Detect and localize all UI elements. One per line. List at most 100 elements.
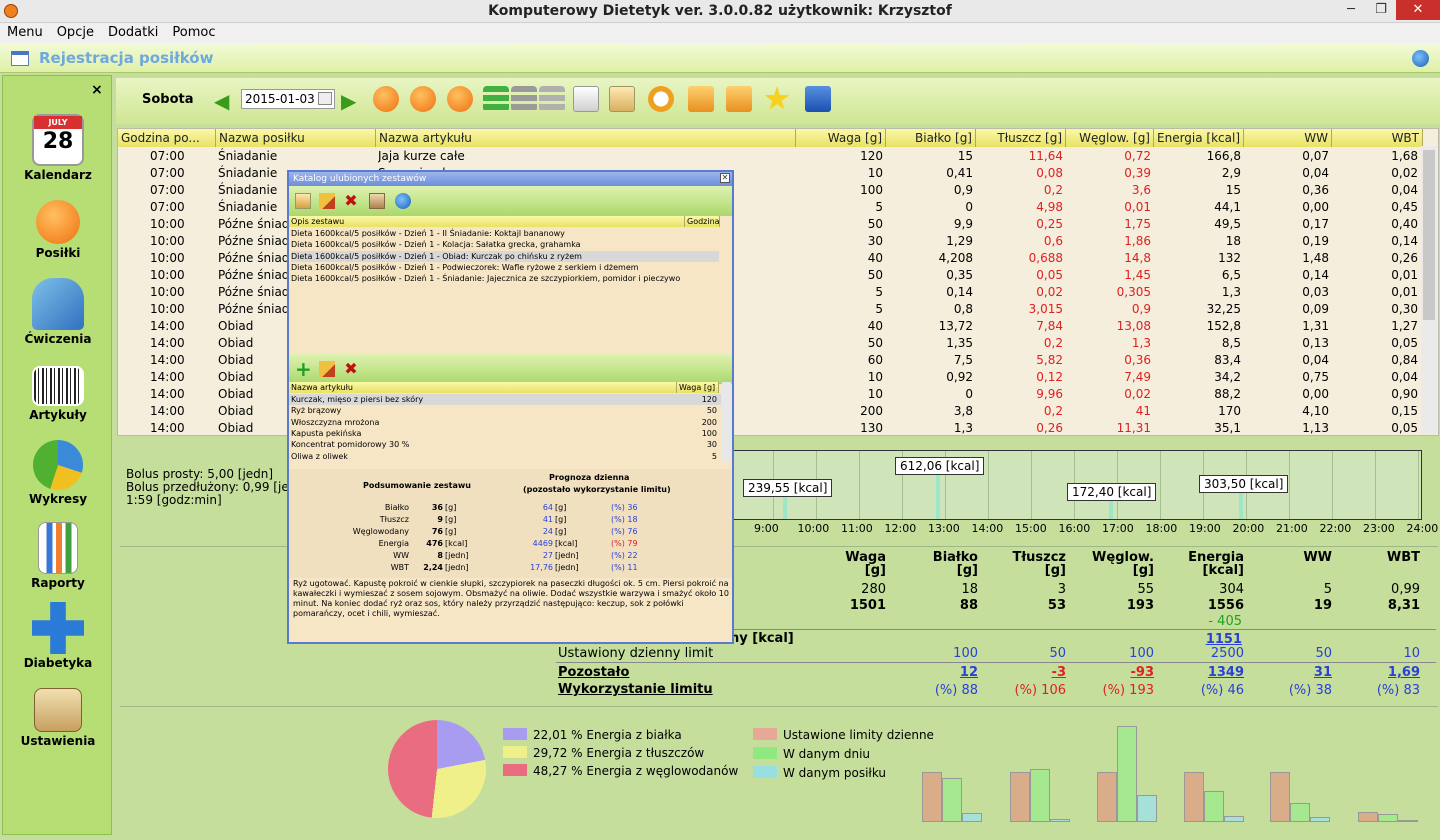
calendar-day: 28	[42, 129, 74, 154]
list-gray-icon[interactable]	[511, 86, 537, 112]
energy-value[interactable]: 1151	[1150, 632, 1242, 647]
delete-meal-icon[interactable]	[447, 86, 473, 112]
item-list-row[interactable]: Kurczak, mięso z piersi bez skóry 120	[289, 394, 721, 405]
set-list-item[interactable]: Dieta 1600kcal/5 posiłków - Dzień 1 - Ob…	[291, 250, 719, 262]
dialog-close-button[interactable]: ✕	[720, 173, 730, 183]
table-row[interactable]: 07:00 Śniadanie Jaja kurze całe 120 15 11,64 0…	[118, 148, 1423, 165]
item-list-row[interactable]: Kapusta pekińska 100	[289, 428, 721, 439]
menu-item-menu[interactable]: Menu	[0, 23, 50, 42]
add-icon[interactable]: +	[295, 359, 312, 379]
item-list-row[interactable]: Koncentrat pomidorowy 30 % 30	[289, 439, 721, 450]
previous-day-arrow-icon[interactable]: ◀	[214, 89, 229, 113]
item-list-row[interactable]: Ryż brązowy 50	[289, 405, 721, 416]
restore-button[interactable]: ❐	[1366, 0, 1396, 20]
day-bar	[1030, 769, 1050, 822]
item-weight: 120	[701, 395, 717, 404]
pencil-icon[interactable]	[319, 361, 335, 377]
dialog-toolbar: ✖	[289, 186, 732, 216]
sidebar-close-button[interactable]: ×	[91, 82, 103, 98]
close-window-button[interactable]: ✕	[1396, 0, 1440, 20]
sidebar-item-wykresy[interactable]: Wykresy	[3, 440, 113, 506]
remaining-value[interactable]: 1349	[1172, 665, 1244, 680]
folder-open-icon[interactable]	[688, 86, 714, 112]
nutrient-name: WBT	[390, 563, 409, 572]
limit-bar	[922, 772, 942, 822]
sidebar-item-diabetyka[interactable]: Diabetyka	[3, 602, 113, 670]
col-header-energy[interactable]: Energia [kcal]	[1154, 129, 1244, 147]
remaining-value[interactable]: 1,69	[1348, 665, 1420, 680]
menu-item-opcje[interactable]: Opcje	[50, 23, 101, 42]
col-header-hour[interactable]: Godzina po...	[118, 129, 216, 147]
item-list-row[interactable]: Oliwa z oliwek 5	[289, 451, 721, 462]
paste-icon[interactable]	[609, 86, 635, 112]
nutrient-name: Węglowodany	[352, 527, 409, 536]
sidebar-item-ustawienia[interactable]: Ustawienia	[3, 684, 113, 748]
sidebar-item-kalendarz[interactable]: JULY 28 Kalendarz	[3, 114, 113, 182]
col-header-meal[interactable]: Nazwa posiłku	[216, 129, 376, 147]
set-summary: Podsumowanie zestawu Prognoza dzienna (p…	[289, 469, 732, 578]
calendar-dropdown-icon[interactable]	[318, 92, 332, 105]
menu-item-dodatki[interactable]: Dodatki	[101, 23, 165, 42]
items-scrollbar[interactable]	[722, 382, 731, 462]
list-gray-light-icon[interactable]	[539, 86, 565, 112]
set-list-item[interactable]: Dieta 1600kcal/5 posiłków - Dzień 1 - Ko…	[291, 239, 719, 250]
col-header-ww[interactable]: WW	[1244, 129, 1332, 147]
delete-icon[interactable]: ✖	[343, 361, 359, 377]
edit-meal-icon[interactable]	[410, 86, 436, 112]
col-header-set-description[interactable]: Opis zestawu	[289, 216, 685, 227]
monitor-icon[interactable]	[805, 86, 831, 112]
remaining-value[interactable]: -93	[1082, 665, 1155, 680]
remaining-value[interactable]: 12	[906, 665, 978, 680]
date-picker[interactable]: 2015-01-03	[241, 89, 335, 109]
scrollbar-thumb[interactable]	[1423, 150, 1435, 320]
sidebar-item-cwiczenia[interactable]: Ćwiczenia	[3, 278, 113, 346]
book-icon[interactable]	[369, 193, 385, 209]
col-header-fat[interactable]: Tłuszcz [g]	[976, 129, 1066, 147]
set-list-item[interactable]: Dieta 1600kcal/5 posiłków - Dzień 1 - Śn…	[291, 273, 719, 284]
summary-header-unit: [g]	[1132, 563, 1154, 578]
sidebar-item-raporty[interactable]: Raporty	[3, 522, 113, 590]
set-list-item[interactable]: Dieta 1600kcal/5 posiłków - Dzień 1 - Po…	[291, 262, 719, 273]
add-meal-icon[interactable]	[373, 86, 399, 112]
col-header-weight[interactable]: Waga [g]	[796, 129, 886, 147]
folder-star-icon[interactable]	[726, 86, 752, 112]
clock-icon[interactable]	[648, 86, 674, 112]
table-cell: 15	[1225, 183, 1241, 197]
set-list-item[interactable]: Dieta 1600kcal/5 posiłków - Dzień 1 - II…	[291, 228, 719, 239]
menu-item-pomoc[interactable]: Pomoc	[165, 23, 222, 42]
nutrient-remaining: 24	[542, 527, 553, 536]
remaining-value[interactable]: 31	[1260, 665, 1332, 680]
list-green-icon[interactable]	[483, 86, 509, 112]
table-cell: 30	[867, 234, 883, 248]
globe-icon[interactable]	[1412, 50, 1429, 67]
pencil-icon[interactable]	[319, 193, 335, 209]
remaining-value[interactable]: -3	[994, 665, 1066, 680]
nutrient-set-value: 476	[426, 539, 443, 548]
table-cell: 34,2	[1214, 370, 1241, 384]
table-cell: 7,49	[1124, 370, 1151, 384]
nutrient-name: Tłuszcz	[379, 515, 409, 524]
nutrient-name: WW	[393, 551, 409, 560]
col-header-item-weight[interactable]: Waga [g]	[677, 382, 719, 393]
sidebar-item-posilki[interactable]: Posiłki	[3, 196, 113, 260]
col-header-carbs[interactable]: Węglow. [g]	[1066, 129, 1154, 147]
col-header-article[interactable]: Nazwa artykułu	[376, 129, 796, 147]
col-header-wbt[interactable]: WBT	[1332, 129, 1423, 147]
usage-value: (%) 106	[1014, 683, 1066, 698]
limit-bar	[1270, 772, 1290, 822]
next-day-arrow-icon[interactable]: ▶	[341, 89, 356, 113]
sidebar-item-artykuly[interactable]: Artykuły	[3, 360, 113, 422]
table-cell: 50	[867, 268, 883, 282]
col-header-item-name[interactable]: Nazwa artykułu	[289, 382, 677, 393]
paste-icon[interactable]	[295, 193, 311, 209]
copy-icon[interactable]	[573, 86, 599, 112]
grid-scrollbar[interactable]	[1421, 146, 1437, 434]
col-header-protein[interactable]: Białko [g]	[886, 129, 976, 147]
item-weight: 30	[706, 440, 717, 450]
item-list-row[interactable]: Włoszczyzna mrożona 200	[289, 417, 721, 428]
globe-icon[interactable]	[395, 193, 411, 209]
delete-icon[interactable]: ✖	[343, 193, 359, 209]
col-header-set-hour[interactable]: Godzina	[685, 216, 720, 227]
nutrient-unit: [jedn]	[445, 551, 469, 560]
minimize-button[interactable]: ─	[1336, 0, 1366, 20]
